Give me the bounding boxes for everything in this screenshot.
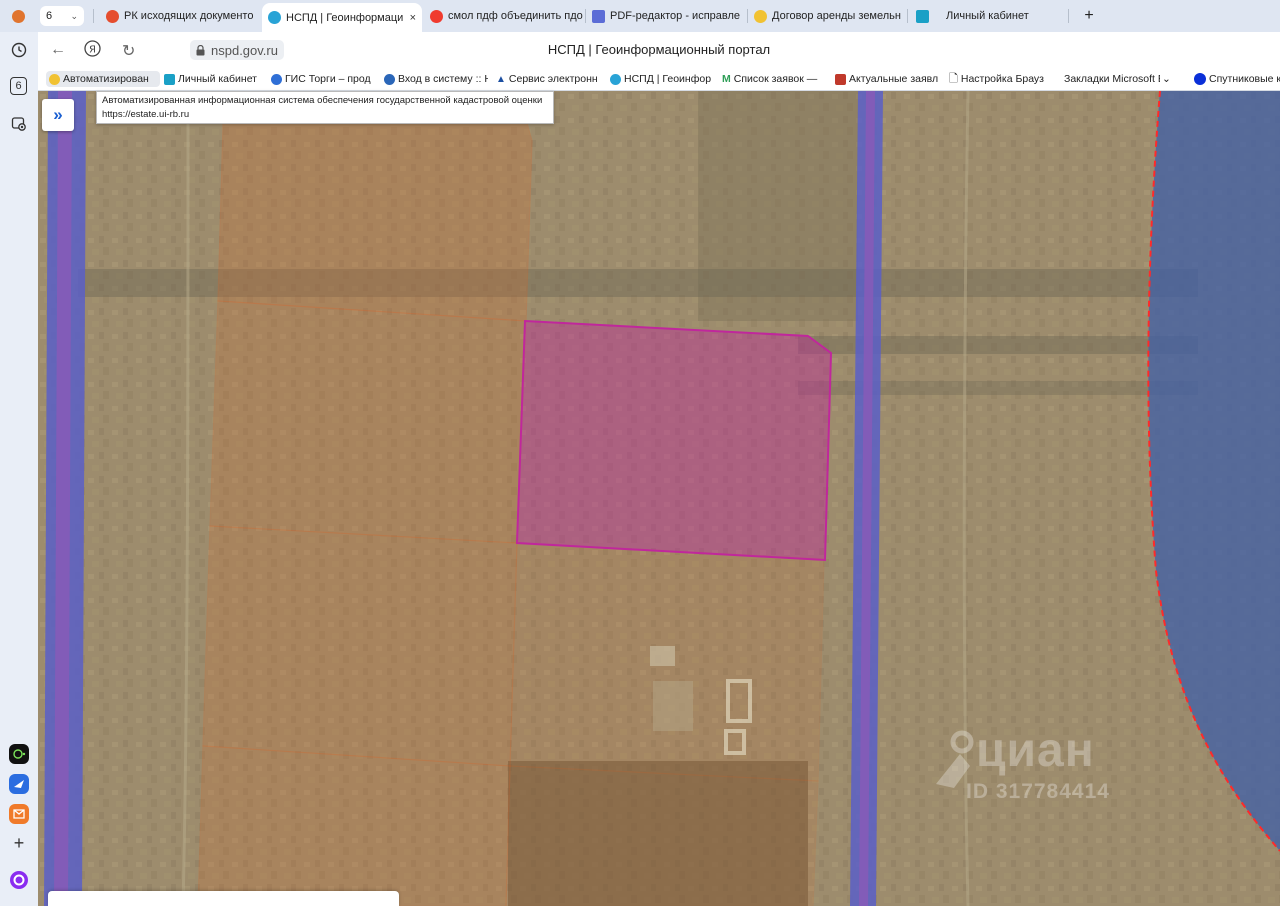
tab-label: Договор аренды земельн [772,10,901,22]
tab-label: PDF-редактор - исправле [610,10,741,22]
bookmark-favicon-icon [164,73,175,85]
bookmark-favicon-icon [271,73,282,85]
browser-logo-icon [12,9,25,23]
app-mail-icon[interactable] [9,804,29,824]
tab-favicon-icon [916,9,929,23]
bookmark-item[interactable]: ГИС Торги – прод [271,71,375,87]
bookmark-favicon-icon [1194,73,1206,85]
app-alice-station-icon[interactable] [9,744,29,764]
tab-bar: 6 ⌄ РК исходящих документо НСПД | Геоинф… [0,0,1280,32]
tab-4[interactable]: Договор аренды земельн [748,4,906,28]
history-icon[interactable] [9,40,29,60]
bookmark-favicon-icon [49,73,60,85]
browser-menu-icon[interactable] [6,4,32,28]
bookmark-favicon-icon [610,73,621,85]
tab-label: НСПД | Геоинформаци [286,11,404,24]
tooltip-title: Автоматизированная информационная систем… [102,95,543,106]
app-messenger-icon[interactable] [9,774,29,794]
page-title: НСПД | Геоинформационный портал [547,42,771,57]
tab-favicon-icon [268,11,281,24]
bookmark-favicon-icon [835,73,846,85]
plus-icon: + [1084,7,1094,24]
double-chevron-right-icon: » [53,105,63,124]
tab-label: РК исходящих документо [124,10,254,22]
browser-sidebar: 6 + [0,32,38,906]
expand-panel-button[interactable]: » [42,99,74,131]
bookmark-item[interactable]: ▲ Сервис электронн [496,71,602,87]
bookmark-item[interactable]: НСПД | Геоинфор [610,71,714,87]
bookmark-tooltip: Автоматизированная информационная систем… [96,91,554,124]
tab-5[interactable]: Личный кабинет [910,4,1068,28]
tab-nspd-active[interactable]: НСПД | Геоинформаци × [262,3,422,32]
gmail-icon: M [722,73,731,85]
new-tab-button[interactable]: + [1076,4,1102,28]
bookmark-item[interactable]: Вход в систему :: Н [384,71,488,87]
screenshot-icon[interactable] [9,114,29,134]
bookmarks-more-button[interactable]: ⌄ [1162,71,1174,87]
watermark-id: ID 317784414 [966,780,1110,803]
alice-assistant-icon[interactable] [9,870,29,890]
tooltip-url: https://estate.ui-rb.ru [102,109,190,120]
bookmark-favicon-icon [384,73,395,85]
close-tab-icon[interactable]: × [410,12,416,24]
tab-favicon-icon [106,9,119,23]
tab-3[interactable]: PDF-редактор - исправле [586,4,746,28]
sidebar-counter: 6 [15,80,22,92]
bookmark-item[interactable]: Спутниковые к [1194,71,1280,87]
mountain-icon: ▲ [496,73,506,85]
bottom-info-panel[interactable] [48,891,399,906]
chevron-down-icon: ⌄ [70,10,78,21]
cadastral-map[interactable]: » циан ID 317784414 [38,91,1280,906]
bookmark-item[interactable]: Закладки Microsoft E [1064,71,1160,87]
chevron-down-icon: ⌄ [1162,73,1171,85]
tab-label: Личный кабинет [946,10,1029,22]
tab-counter: 6 [46,10,53,22]
bookmark-item[interactable]: Автоматизирован [46,71,160,87]
bookmarks-bar: Автоматизирован Личный кабинет ГИС Торги… [38,68,1280,91]
tab-favicon-icon [430,9,443,23]
cian-watermark: циан ID 317784414 [930,724,1170,804]
address-bar: ← Я ↻ nspd.gov.ru НСПД | Геоинформационн… [38,32,1280,68]
bookmark-item[interactable]: M Список заявок — [722,71,826,87]
bookmark-item[interactable]: Актуальные заявл [835,71,939,87]
tab-favicon-icon [592,9,605,23]
add-app-icon[interactable]: + [9,833,29,853]
bookmark-item[interactable]: Личный кабинет [164,71,264,87]
tab-2[interactable]: смол пдф объединить пдо [424,4,584,28]
tabs-counter-icon[interactable]: 6 [10,77,27,95]
tab-favicon-icon [754,9,767,23]
tab-label: смол пдф объединить пдо [448,10,583,22]
document-icon: 🗋 [949,72,958,85]
watermark-brand: циан [976,724,1095,777]
tab-counter-button[interactable]: 6 ⌄ [40,6,84,26]
bookmark-item[interactable]: 🗋 Настройка Брауз [949,71,1051,87]
tab-0[interactable]: РК исходящих документо [100,4,260,28]
